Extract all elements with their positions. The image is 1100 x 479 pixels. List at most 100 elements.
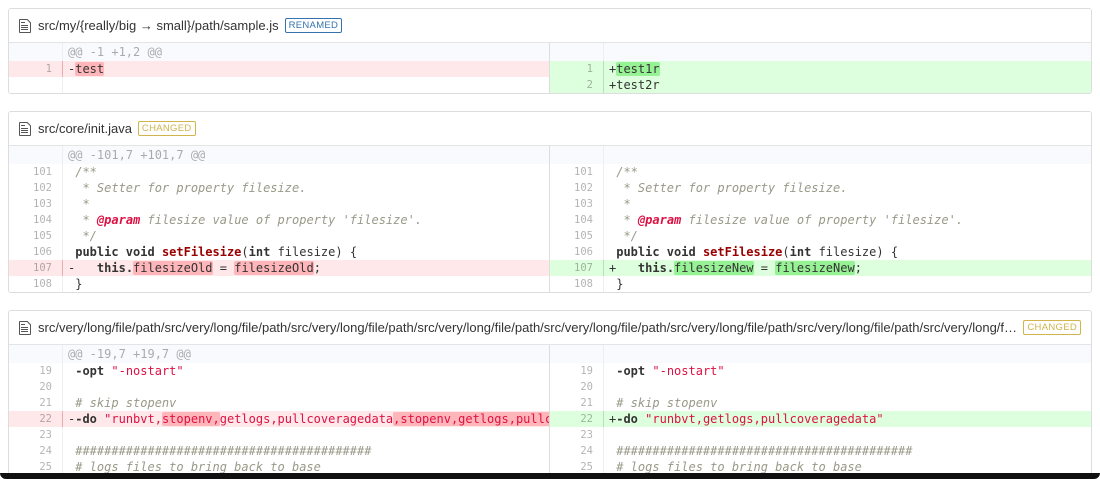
code-token: test [75, 62, 105, 76]
code-token: setFilesize [702, 245, 783, 259]
line-number: 106 [550, 244, 604, 260]
code-token: @param [96, 213, 141, 227]
file-header[interactable]: src/very/long/file/path/src/very/long/fi… [9, 311, 1091, 345]
code-token: # skip stopenv [75, 396, 177, 410]
code-token: } [616, 277, 624, 291]
code-token: this. [637, 261, 675, 275]
line-number: 21 [9, 395, 63, 411]
code-line: /** [604, 164, 1091, 180]
code-token: * Setter for property filesize. [75, 181, 307, 195]
hunk-header [604, 43, 1091, 61]
code-token: } [75, 277, 83, 291]
code-token: public void [75, 245, 162, 259]
code-token: @param [637, 213, 682, 227]
code-token: stopenv, [161, 412, 220, 426]
line-number: 101 [550, 164, 604, 180]
diff-line-row: 1 -test [9, 61, 549, 77]
diff-line-row: 22 +-do "runbvt,getlogs,pullcoveragedata" [550, 411, 1091, 427]
line-number [550, 43, 604, 61]
code-line: +test1r [604, 61, 1091, 77]
file-name: src/my/{really/big → small}/path/sample.… [38, 18, 279, 33]
hunk-header-row: @@ -101,7 +101,7 @@ [9, 146, 549, 164]
diff-line-row: 20 [9, 379, 549, 395]
code-line: } [604, 276, 1091, 292]
file-header[interactable]: src/my/{really/big → small}/path/sample.… [9, 9, 1091, 43]
diff-left-table: @@ -101,7 +101,7 @@ 101 /** 102 * Setter f… [9, 146, 549, 292]
diff-line-row: 101 /** [550, 164, 1091, 180]
line-number [550, 146, 604, 164]
diff-line-row: 108 } [550, 276, 1091, 292]
code-token: ( [782, 245, 790, 259]
diff-right-pane: 19 -opt "-nostart" 20 21 # skip stopenv 22… [550, 345, 1091, 475]
code-token: * [616, 197, 631, 211]
code-token: /** [616, 165, 638, 179]
file-header[interactable]: src/core/init.java CHANGED [9, 112, 1091, 146]
code-token: * [616, 213, 638, 227]
diff-line-row: 107 + this.filesizeNew = filesizeNew; [550, 260, 1091, 276]
diff-line-row: 101 /** [9, 164, 549, 180]
code-line [63, 379, 549, 395]
diff-line-row: 104 * @param filesize value of property … [9, 212, 549, 228]
hunk-header-row [550, 345, 1091, 363]
code-token: ########################################… [75, 444, 372, 458]
diff-line-row: 106 public void setFilesize(int filesize… [550, 244, 1091, 260]
code-token: # logs files to bring back to base [616, 460, 862, 474]
diff-line-row: 104 * @param filesize value of property … [550, 212, 1091, 228]
code-token: "runbvt, [104, 412, 162, 426]
diff-right-pane: 101 /** 102 * Setter for property filesiz… [550, 146, 1091, 292]
diff-line-row: 102 * Setter for property filesize. [550, 180, 1091, 196]
diff-right-pane: 1 +test1r 2 +test2r [550, 43, 1091, 93]
code-token: ; [313, 261, 321, 275]
diff-line-row: 24 #####################################… [550, 443, 1091, 459]
code-token: /** [75, 165, 97, 179]
diff-line-row: 20 [550, 379, 1091, 395]
diff-line-row: 23 [9, 427, 549, 443]
line-number: 22 [9, 411, 63, 427]
code-token: int [248, 245, 271, 259]
line-number: 106 [9, 244, 63, 260]
code-token: * Setter for property filesize. [616, 181, 848, 195]
diff-line-row: 105 */ [550, 228, 1091, 244]
hunk-header: @@ -101,7 +101,7 @@ [63, 146, 549, 164]
code-token: ########################################… [616, 444, 913, 458]
code-token: ,stopenv,getlogs,pullcoveragedata [393, 412, 549, 426]
code-token: test1r [616, 62, 660, 76]
code-token: -do [616, 412, 638, 426]
code-token: setFilesize [161, 245, 242, 259]
diff-line-row: 22 --do "runbvt,stopenv,getlogs,pullcover… [9, 411, 549, 427]
line-number: 102 [550, 180, 604, 196]
code-line: } [63, 276, 549, 292]
line-number: 23 [550, 427, 604, 443]
code-token: filesize) { [270, 245, 358, 259]
code-line: +test2r [604, 77, 1091, 93]
file-status-badge: CHANGED [1023, 320, 1081, 335]
code-token: "runbvt,getlogs,pullcoveragedata" [645, 412, 884, 426]
line-number [9, 345, 63, 363]
line-number: 107 [550, 260, 604, 276]
line-number [550, 345, 604, 363]
hunk-header: @@ -19,7 +19,7 @@ [63, 345, 549, 363]
file-diff-panel: src/very/long/file/path/src/very/long/fi… [8, 310, 1092, 476]
code-token: * [75, 213, 97, 227]
code-line: # skip stopenv [604, 395, 1091, 411]
code-token: getlogs,pullcoveragedata [219, 412, 394, 426]
code-line [63, 427, 549, 443]
line-number: 24 [550, 443, 604, 459]
code-line: * [604, 196, 1091, 212]
diff-right-table: 19 -opt "-nostart" 20 21 # skip stopenv 22… [550, 345, 1091, 475]
code-line: public void setFilesize(int filesize) { [604, 244, 1091, 260]
line-number: 19 [550, 363, 604, 379]
line-number [9, 146, 63, 164]
code-line: * @param filesize value of property 'fil… [604, 212, 1091, 228]
line-number: 20 [550, 379, 604, 395]
diff-body: @@ -19,7 +19,7 @@ 19 -opt "-nostart" 20 21… [9, 345, 1091, 475]
code-token: # logs files to bring back to base [75, 460, 321, 474]
code-token: ; [854, 261, 862, 275]
line-number: 20 [9, 379, 63, 395]
code-line: public void setFilesize(int filesize) { [63, 244, 549, 260]
code-line: + this.filesizeNew = filesizeNew; [604, 260, 1091, 276]
